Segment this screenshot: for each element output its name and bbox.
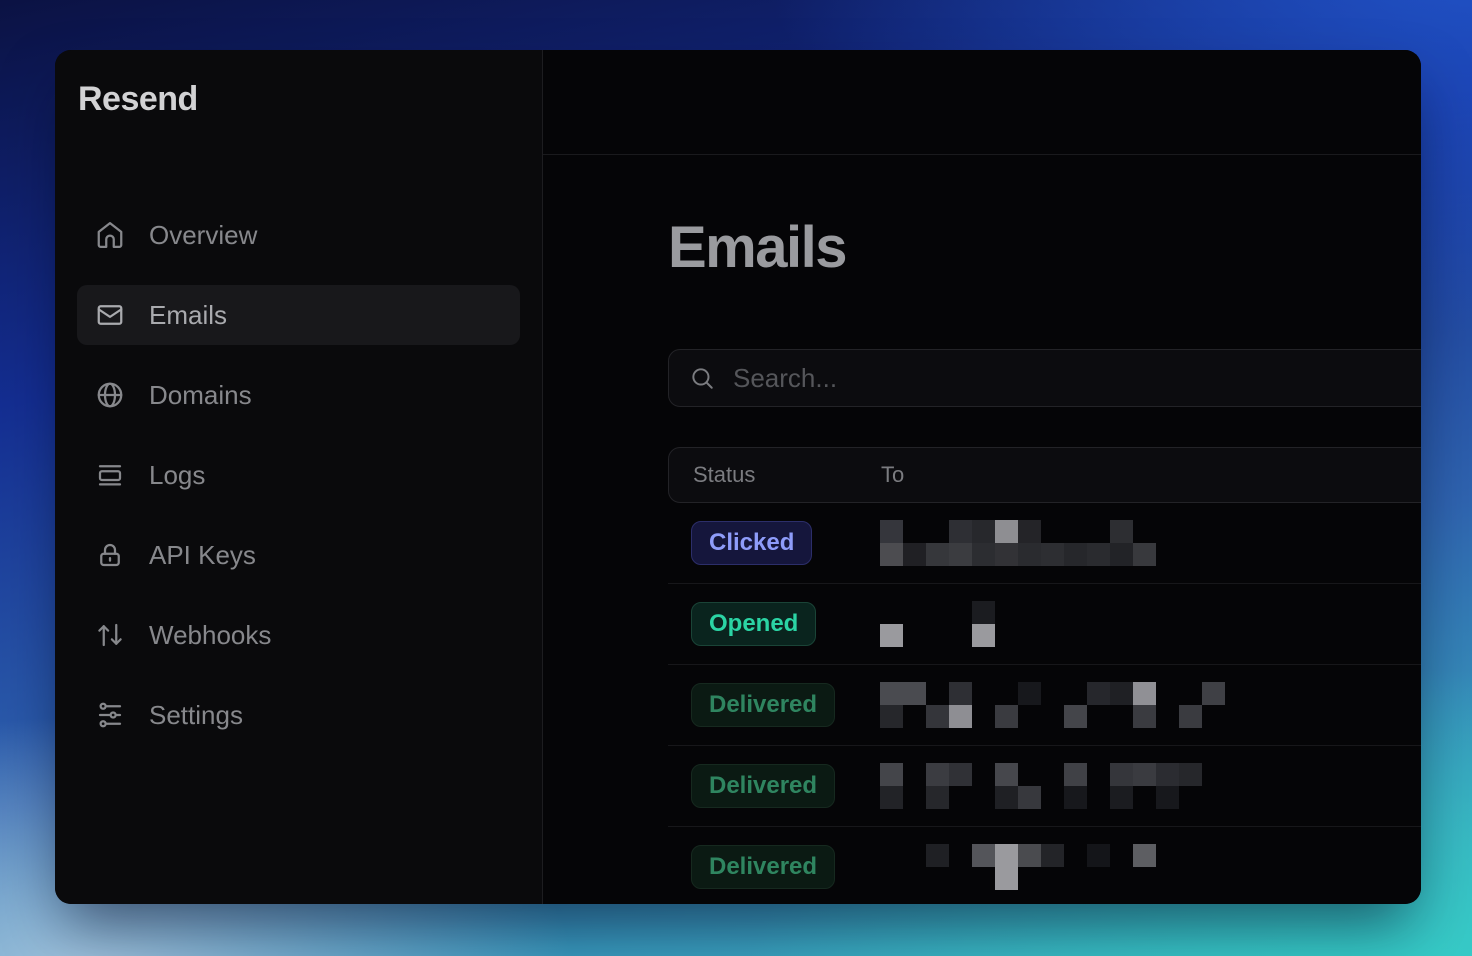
redacted-email-address — [880, 601, 1280, 647]
page-title: Emails — [668, 219, 1421, 277]
emails-table: Status To Clicked Opened — [668, 447, 1421, 904]
sliders-icon — [95, 700, 125, 730]
brand-logo: Resend — [78, 80, 542, 119]
sidebar-item-label: Logs — [149, 460, 205, 491]
search-input[interactable] — [731, 362, 1421, 395]
redacted-email-address — [880, 763, 1280, 809]
email-row[interactable]: Opened — [668, 584, 1421, 665]
email-row[interactable]: Delivered — [668, 746, 1421, 827]
email-row[interactable]: Clicked — [668, 503, 1421, 584]
app-window: Resend Overview Emails Domains — [55, 50, 1421, 904]
main-area: Emails Status To Clicked — [543, 50, 1421, 904]
sidebar-item-label: Emails — [149, 300, 227, 331]
search-bar[interactable] — [668, 349, 1421, 407]
status-cell: Opened — [668, 602, 880, 647]
sidebar-item-webhooks[interactable]: Webhooks — [77, 605, 520, 665]
status-cell: Delivered — [668, 845, 880, 890]
sidebar: Resend Overview Emails Domains — [55, 50, 543, 904]
status-cell: Delivered — [668, 764, 880, 809]
search-icon — [689, 365, 715, 391]
envelope-icon — [95, 300, 125, 330]
sidebar-item-settings[interactable]: Settings — [77, 685, 520, 745]
logs-icon — [95, 460, 125, 490]
main-content: Emails Status To Clicked — [543, 155, 1421, 904]
sidebar-item-api-keys[interactable]: API Keys — [77, 525, 520, 585]
sidebar-item-overview[interactable]: Overview — [77, 205, 520, 265]
table-header: Status To — [668, 447, 1421, 503]
redacted-email-address — [880, 682, 1280, 728]
sidebar-item-label: Domains — [149, 380, 252, 411]
status-badge: Delivered — [691, 845, 835, 890]
status-badge: Delivered — [691, 683, 835, 728]
sidebar-item-domains[interactable]: Domains — [77, 365, 520, 425]
lock-icon — [95, 540, 125, 570]
redacted-email-address — [880, 520, 1280, 566]
column-header-status: Status — [669, 462, 881, 488]
status-badge: Clicked — [691, 521, 812, 566]
sidebar-item-logs[interactable]: Logs — [77, 445, 520, 505]
sidebar-item-label: Webhooks — [149, 620, 271, 651]
sidebar-item-emails[interactable]: Emails — [77, 285, 520, 345]
home-icon — [95, 220, 125, 250]
sidebar-item-label: API Keys — [149, 540, 256, 571]
email-row[interactable]: Delivered — [668, 665, 1421, 746]
status-cell: Clicked — [668, 521, 880, 566]
sidebar-item-label: Overview — [149, 220, 257, 251]
status-badge: Delivered — [691, 764, 835, 809]
sidebar-nav: Overview Emails Domains Logs — [55, 205, 542, 745]
status-badge: Opened — [691, 602, 816, 647]
sidebar-item-label: Settings — [149, 700, 243, 731]
globe-icon — [95, 380, 125, 410]
column-header-to: To — [881, 462, 904, 488]
redacted-email-address — [880, 844, 1280, 890]
arrows-up-down-icon — [95, 620, 125, 650]
email-row[interactable]: Delivered — [668, 827, 1421, 904]
main-header-strip — [543, 50, 1421, 155]
status-cell: Delivered — [668, 683, 880, 728]
